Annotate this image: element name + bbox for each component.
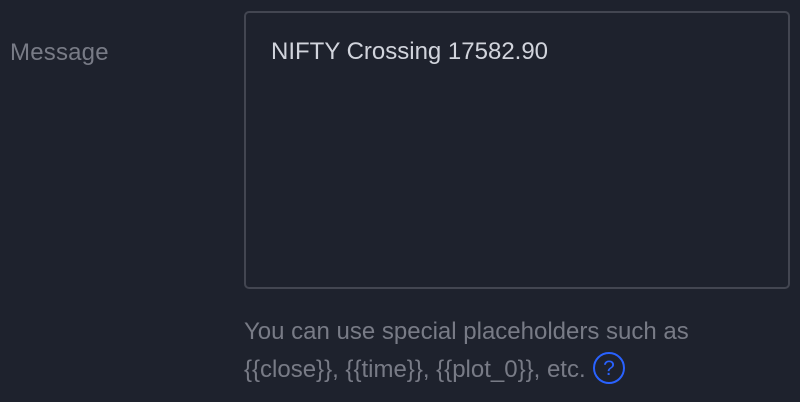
hint-text-line-2: {{close}}, {{time}}, {{plot_0}}, etc. bbox=[244, 356, 586, 383]
hint-line-2: {{close}}, {{time}}, {{plot_0}}, etc. ? bbox=[244, 351, 784, 389]
hint-text-line-1: You can use special placeholders such as bbox=[244, 318, 689, 345]
svg-text:?: ? bbox=[603, 357, 615, 380]
message-textarea[interactable] bbox=[244, 11, 790, 289]
question-circle-icon[interactable]: ? bbox=[592, 351, 626, 385]
message-label: Message bbox=[10, 39, 109, 66]
placeholder-hint: You can use special placeholders such as… bbox=[244, 313, 784, 389]
alert-message-section: Message You can use special placeholders… bbox=[0, 0, 800, 402]
